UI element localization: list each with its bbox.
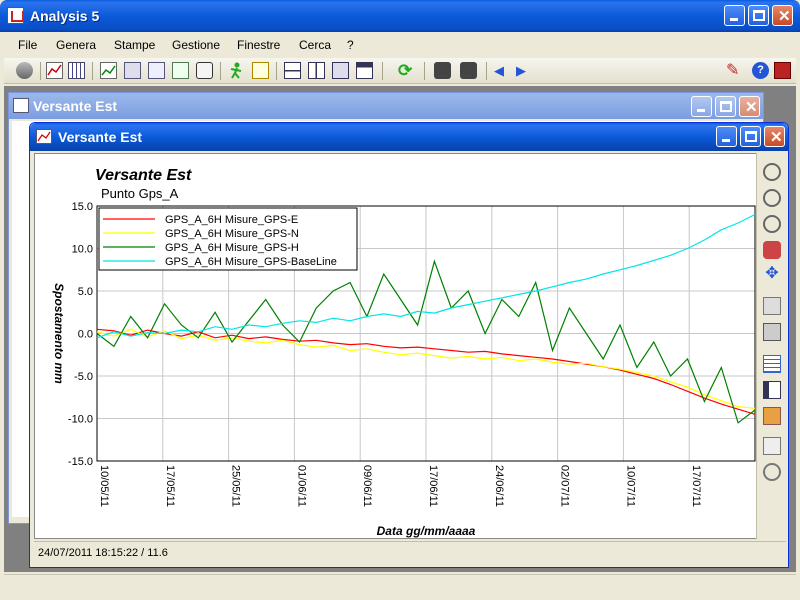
check-list-icon[interactable]	[172, 62, 189, 79]
y-tick-label: 15.0	[72, 201, 93, 213]
scroll-icon[interactable]	[196, 62, 213, 79]
pan-icon[interactable]	[763, 241, 781, 259]
x-tick-label: 25/05/11	[230, 465, 242, 507]
grid-icon[interactable]	[68, 62, 85, 79]
app-titlebar[interactable]: Analysis 5 ✕	[0, 0, 800, 32]
chart-svg: Versante Est Punto Gps_A 15.0 10.0 5.0 0.0 -5.…	[52, 167, 768, 538]
refresh-icon[interactable]: ⟳	[398, 62, 415, 79]
x-tick-label: 02/07/11	[559, 465, 571, 507]
arrow-left-icon[interactable]: ◀	[494, 62, 511, 79]
chart-window-icon	[13, 98, 29, 113]
export-icon[interactable]	[763, 381, 781, 399]
app-title: Analysis 5	[30, 8, 100, 24]
y-axis-label: Spostamento mm	[52, 283, 66, 384]
back-window-title: Versante Est	[33, 98, 118, 114]
print-icon[interactable]	[763, 323, 781, 341]
chart-subtitle: Punto Gps_A	[101, 186, 179, 201]
print-preview-icon[interactable]	[763, 297, 781, 315]
menu-genera[interactable]: Genera	[56, 38, 96, 52]
main-toolbar: ⟳ ◀ ▶ ✎ ?	[4, 58, 796, 84]
x-tick-label: 17/06/11	[427, 465, 439, 507]
chart-window-icon	[36, 129, 52, 144]
x-tick-label: 10/05/11	[98, 465, 110, 507]
app-status-bar	[4, 574, 796, 596]
front-window-titlebar[interactable]: Versante Est ✕	[30, 123, 788, 151]
run-icon[interactable]	[228, 62, 245, 79]
x-axis-label: Data gg/mm/aaaa	[377, 524, 476, 538]
y-tick-label: -5.0	[74, 371, 93, 383]
x-tick-label: 24/06/11	[493, 465, 505, 507]
menu-bar: File Genera Stampe Gestione Finestre Cer…	[4, 34, 796, 56]
app-icon	[7, 7, 24, 24]
binoculars-icon[interactable]	[434, 62, 451, 79]
image-icon[interactable]	[763, 407, 781, 425]
back-window-titlebar[interactable]: Versante Est ✕	[9, 93, 763, 119]
y-tick-label: -10.0	[68, 414, 93, 426]
note-icon[interactable]	[252, 62, 269, 79]
chart-status-bar: 24/07/2011 18:15:22 / 11.6	[34, 541, 786, 565]
menu-file[interactable]: File	[18, 38, 37, 52]
report-icon[interactable]	[124, 62, 141, 79]
legend-label: GPS_A_6H Misure_GPS-H	[165, 242, 299, 254]
front-chart-window[interactable]: Versante Est ✕ Versante Est Punto Gps_A 15…	[29, 122, 789, 568]
chart-title: Versante Est	[95, 167, 192, 184]
maximize-button[interactable]	[748, 5, 769, 26]
split-h-icon[interactable]	[284, 62, 301, 79]
menu-help[interactable]: ?	[347, 38, 354, 52]
menu-gestione[interactable]: Gestione	[172, 38, 220, 52]
legend-label: GPS_A_6H Misure_GPS-BaseLine	[165, 256, 337, 268]
front-window-title: Versante Est	[58, 129, 143, 145]
table-icon[interactable]	[148, 62, 165, 79]
y-tick-label: 10.0	[72, 244, 93, 256]
cursor-readout: 24/07/2011 18:15:22 / 11.6	[38, 547, 168, 559]
front-close-button[interactable]: ✕	[764, 126, 785, 147]
menu-cerca[interactable]: Cerca	[299, 38, 331, 52]
y-tick-label: 5.0	[78, 286, 93, 298]
x-tick-label: 09/06/11	[361, 465, 373, 507]
find-icon[interactable]	[763, 463, 781, 481]
back-minimize-button[interactable]	[691, 96, 712, 117]
close-button[interactable]: ✕	[772, 5, 793, 26]
x-tick-label: 17/07/11	[690, 465, 702, 507]
zoom-in-icon[interactable]	[763, 163, 781, 181]
menu-finestre[interactable]: Finestre	[237, 38, 280, 52]
chart-edit-icon[interactable]	[100, 62, 117, 79]
x-tick-label: 01/06/11	[295, 465, 307, 507]
menu-stampe[interactable]: Stampe	[114, 38, 155, 52]
y-tick-label: -15.0	[68, 456, 93, 468]
binoculars-next-icon[interactable]	[460, 62, 477, 79]
back-maximize-button[interactable]	[715, 96, 736, 117]
legend-label: GPS_A_6H Misure_GPS-N	[165, 228, 299, 240]
chart-icon[interactable]	[46, 62, 63, 79]
legend-label: GPS_A_6H Misure_GPS-E	[165, 214, 298, 226]
windows-icon[interactable]	[332, 62, 349, 79]
zoom-out-icon[interactable]	[763, 189, 781, 207]
y-tick-label: 0.0	[78, 329, 93, 341]
tools-icon[interactable]: ✎	[726, 62, 743, 79]
split-v-icon[interactable]	[308, 62, 325, 79]
copy-icon[interactable]	[763, 437, 781, 455]
exit-icon[interactable]	[774, 62, 791, 79]
database-icon[interactable]	[16, 62, 33, 79]
x-tick-label: 10/07/11	[624, 465, 636, 507]
front-minimize-button[interactable]	[716, 126, 737, 147]
move-icon[interactable]: ✥	[763, 265, 781, 283]
front-maximize-button[interactable]	[740, 126, 761, 147]
back-close-button[interactable]: ✕	[739, 96, 760, 117]
table-icon[interactable]	[763, 355, 781, 373]
minimize-button[interactable]	[724, 5, 745, 26]
chart-area[interactable]: Versante Est Punto Gps_A 15.0 10.0 5.0 0.0 -5.…	[34, 153, 786, 539]
zoom-fit-icon[interactable]	[763, 215, 781, 233]
x-tick-label: 17/05/11	[164, 465, 176, 507]
chart-side-toolbar: ✥	[756, 153, 786, 539]
help-icon[interactable]: ?	[752, 62, 769, 79]
window-icon[interactable]	[356, 62, 373, 79]
arrow-right-icon[interactable]: ▶	[516, 62, 533, 79]
